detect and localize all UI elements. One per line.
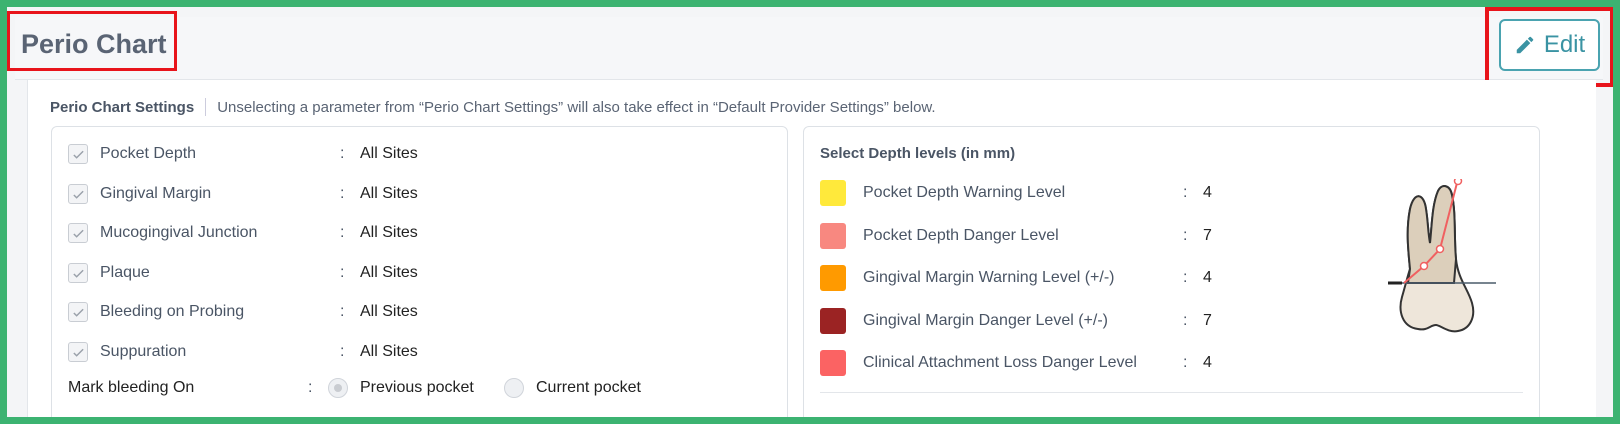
color-swatch [820, 350, 846, 376]
previous-pocket-radio[interactable] [328, 378, 348, 398]
check-icon [72, 190, 84, 199]
colon: : [340, 264, 345, 281]
param-row-suppuration: Suppuration : All Sites [68, 337, 418, 367]
divider [820, 392, 1523, 393]
param-value: All Sites [360, 145, 418, 162]
depth-row-gingival-warning[interactable]: Gingival Margin Warning Level (+/-) : 4 [820, 263, 1212, 293]
suppuration-checkbox[interactable] [68, 342, 88, 362]
pocket-depth-checkbox[interactable] [68, 144, 88, 164]
color-swatch [820, 308, 846, 334]
colon: : [340, 185, 345, 202]
current-pocket-label: Current pocket [536, 379, 641, 396]
colon: : [1183, 184, 1188, 201]
check-icon [72, 348, 84, 357]
depth-row-pocket-danger[interactable]: Pocket Depth Danger Level : 7 [820, 221, 1212, 251]
depth-label: Gingival Margin Warning Level (+/-) [863, 269, 1115, 286]
param-label: Plaque [100, 264, 150, 281]
param-row-bleeding-on-probing: Bleeding on Probing : All Sites [68, 297, 418, 327]
check-icon [72, 229, 84, 238]
colon: : [308, 379, 313, 396]
check-icon [72, 150, 84, 159]
heading-separator [205, 98, 207, 116]
color-swatch [820, 265, 846, 291]
depth-label: Gingival Margin Danger Level (+/-) [863, 312, 1108, 329]
previous-pocket-label: Previous pocket [360, 379, 474, 396]
settings-heading-title: Perio Chart Settings [50, 98, 195, 116]
colon: : [340, 303, 345, 320]
colon: : [340, 145, 345, 162]
colon: : [1183, 269, 1188, 286]
param-label: Pocket Depth [100, 145, 197, 162]
colon: : [1183, 312, 1188, 329]
settings-note: Unselecting a parameter from “Perio Char… [217, 98, 936, 116]
edit-button-label: Edit [1543, 31, 1586, 58]
mucogingival-junction-checkbox[interactable] [68, 223, 88, 243]
current-pocket-radio[interactable] [504, 378, 524, 398]
settings-panel: Perio Chart Settings Unselecting a param… [27, 80, 1596, 417]
depth-levels-title: Select Depth levels (in mm) [820, 145, 1016, 162]
radio-selected-dot [334, 384, 342, 392]
check-icon [72, 269, 84, 278]
color-swatch [820, 223, 846, 249]
colon: : [340, 343, 345, 360]
page-title: Perio Chart [21, 29, 167, 59]
param-row-pocket-depth: Pocket Depth : All Sites [68, 139, 418, 169]
depth-value: 7 [1203, 312, 1212, 329]
depth-row-cal-danger[interactable]: Clinical Attachment Loss Danger Level : … [820, 348, 1212, 378]
param-label: Bleeding on Probing [100, 303, 245, 320]
color-swatch [820, 180, 846, 206]
depth-row-gingival-danger[interactable]: Gingival Margin Danger Level (+/-) : 7 [820, 306, 1212, 336]
param-label: Suppuration [100, 343, 187, 360]
param-row-mucogingival-junction: Mucogingival Junction : All Sites [68, 218, 418, 248]
depth-row-pocket-warning[interactable]: Pocket Depth Warning Level : 4 [820, 178, 1212, 208]
param-value: All Sites [360, 185, 418, 202]
depth-label: Pocket Depth Warning Level [863, 184, 1066, 201]
parameters-card: Pocket Depth : All Sites Gingival Margin… [51, 126, 788, 417]
param-value: All Sites [360, 224, 418, 241]
colon: : [340, 224, 345, 241]
tooth-diagram-icon [1388, 179, 1496, 333]
page-header [15, 17, 1603, 80]
depth-label: Pocket Depth Danger Level [863, 227, 1059, 244]
param-label: Gingival Margin [100, 185, 212, 202]
colon: : [1183, 227, 1188, 244]
depth-value: 4 [1203, 184, 1212, 201]
depth-levels-card: Select Depth levels (in mm) Pocket Depth… [803, 126, 1540, 417]
settings-heading: Perio Chart Settings Unselecting a param… [50, 98, 936, 116]
param-label: Mucogingival Junction [100, 224, 258, 241]
gingival-margin-checkbox[interactable] [68, 184, 88, 204]
depth-value: 4 [1203, 354, 1212, 371]
depth-value: 7 [1203, 227, 1212, 244]
param-row-gingival-margin: Gingival Margin : All Sites [68, 179, 418, 209]
param-value: All Sites [360, 343, 418, 360]
perio-chart-frame: Perio Chart Edit Perio Chart Settings Un… [7, 7, 1613, 417]
depth-label: Clinical Attachment Loss Danger Level [863, 354, 1137, 371]
colon: : [1183, 354, 1188, 371]
plaque-checkbox[interactable] [68, 263, 88, 283]
param-row-plaque: Plaque : All Sites [68, 258, 418, 288]
mark-bleeding-row: Mark bleeding On : Previous pocket Curre… [68, 373, 641, 403]
mark-bleeding-label: Mark bleeding On [68, 379, 195, 396]
param-value: All Sites [360, 303, 418, 320]
bleeding-on-probing-checkbox[interactable] [68, 302, 88, 322]
pencil-icon [1516, 36, 1534, 54]
depth-value: 4 [1203, 269, 1212, 286]
param-value: All Sites [360, 264, 418, 281]
edit-button[interactable]: Edit [1499, 19, 1600, 71]
check-icon [72, 308, 84, 317]
